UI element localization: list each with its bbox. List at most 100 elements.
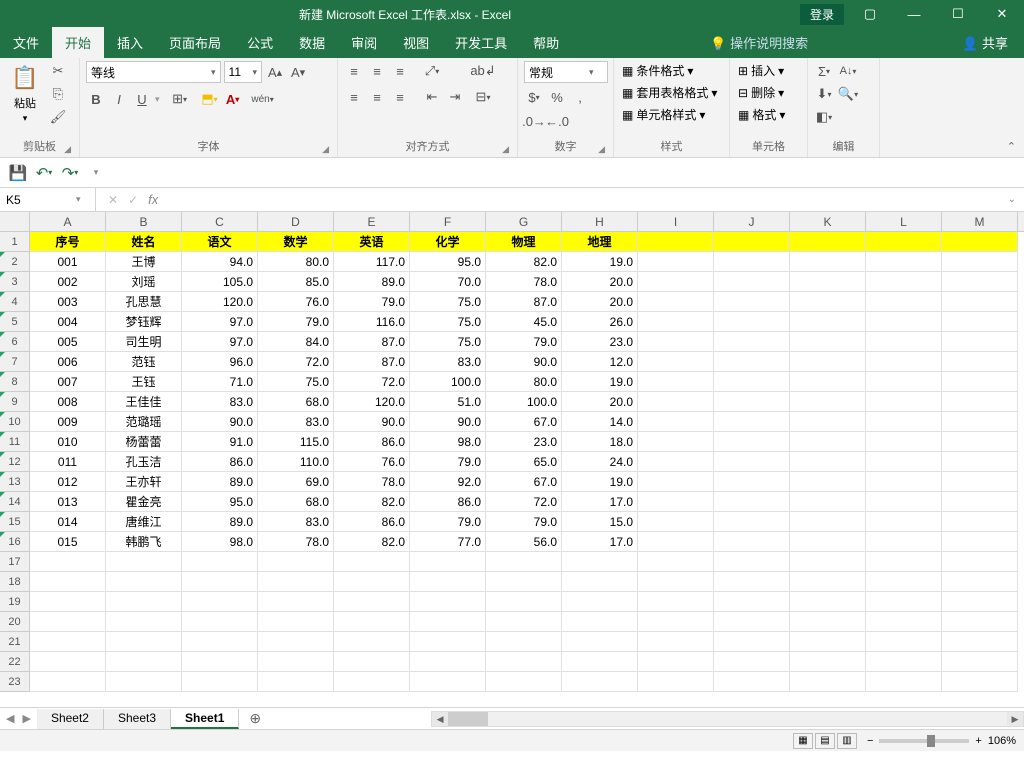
- phonetic-icon[interactable]: wén▾: [253, 89, 273, 109]
- column-header[interactable]: L: [866, 212, 942, 231]
- cell[interactable]: [334, 632, 410, 652]
- cell[interactable]: [714, 412, 790, 432]
- column-header[interactable]: I: [638, 212, 714, 231]
- cell[interactable]: 67.0: [486, 472, 562, 492]
- cell[interactable]: 梦钰辉: [106, 312, 182, 332]
- cell[interactable]: [790, 652, 866, 672]
- cell[interactable]: [714, 292, 790, 312]
- row-header[interactable]: 9: [0, 392, 29, 412]
- percent-icon[interactable]: %: [547, 87, 567, 107]
- zoom-slider[interactable]: [879, 739, 969, 743]
- row-header[interactable]: 22: [0, 652, 29, 672]
- cell[interactable]: [790, 272, 866, 292]
- row-header[interactable]: 12: [0, 452, 29, 472]
- cell[interactable]: [714, 232, 790, 252]
- format-painter-icon[interactable]: 🖌: [48, 107, 68, 127]
- cell[interactable]: 100.0: [486, 392, 562, 412]
- font-color-icon[interactable]: A▾: [223, 89, 243, 109]
- cell[interactable]: 100.0: [410, 372, 486, 392]
- cell[interactable]: [866, 472, 942, 492]
- cell[interactable]: [334, 552, 410, 572]
- minimize-icon[interactable]: —: [892, 7, 936, 22]
- cell[interactable]: 75.0: [410, 292, 486, 312]
- cell[interactable]: [106, 592, 182, 612]
- cell[interactable]: [486, 672, 562, 692]
- cell[interactable]: [486, 652, 562, 672]
- cell[interactable]: [638, 412, 714, 432]
- undo-icon[interactable]: ↶▾: [34, 163, 54, 183]
- row-header[interactable]: 13: [0, 472, 29, 492]
- row-header[interactable]: 3: [0, 272, 29, 292]
- row-header[interactable]: 10: [0, 412, 29, 432]
- cell[interactable]: 19.0: [562, 372, 638, 392]
- launcher-icon[interactable]: ◢: [598, 144, 605, 155]
- cell[interactable]: 45.0: [486, 312, 562, 332]
- cell[interactable]: [866, 512, 942, 532]
- add-sheet-button[interactable]: ⊕: [239, 710, 271, 727]
- cell[interactable]: 010: [30, 432, 106, 452]
- cell[interactable]: [30, 592, 106, 612]
- cell[interactable]: [790, 372, 866, 392]
- expand-formula-bar-icon[interactable]: ⌄: [1000, 194, 1024, 205]
- cell[interactable]: 72.0: [334, 372, 410, 392]
- scroll-left-icon[interactable]: ◀: [432, 712, 448, 726]
- cell[interactable]: [714, 252, 790, 272]
- cell[interactable]: [790, 612, 866, 632]
- cell[interactable]: 82.0: [334, 492, 410, 512]
- row-header[interactable]: 20: [0, 612, 29, 632]
- cell[interactable]: [714, 432, 790, 452]
- find-select-icon[interactable]: 🔍▾: [838, 84, 858, 104]
- cell[interactable]: [790, 412, 866, 432]
- fill-icon[interactable]: ⬇▾: [814, 84, 834, 104]
- sort-filter-icon[interactable]: A↓▾: [838, 61, 858, 81]
- cell[interactable]: [334, 592, 410, 612]
- cell[interactable]: 85.0: [258, 272, 334, 292]
- cell[interactable]: 79.0: [486, 512, 562, 532]
- border-icon[interactable]: ⊞▾: [170, 89, 190, 109]
- cell[interactable]: [714, 472, 790, 492]
- ribbon-display-icon[interactable]: ▢: [848, 6, 892, 22]
- cell[interactable]: 68.0: [258, 492, 334, 512]
- conditional-format-button[interactable]: ▦ 条件格式 ▾: [620, 61, 695, 80]
- cell[interactable]: [714, 352, 790, 372]
- cell[interactable]: 75.0: [258, 372, 334, 392]
- cell[interactable]: [638, 572, 714, 592]
- cell[interactable]: [182, 672, 258, 692]
- column-headers[interactable]: ABCDEFGHIJKLM: [30, 212, 1024, 232]
- cell[interactable]: [638, 672, 714, 692]
- cell[interactable]: [486, 552, 562, 572]
- row-header[interactable]: 19: [0, 592, 29, 612]
- cell[interactable]: 范璐瑶: [106, 412, 182, 432]
- cell[interactable]: [714, 612, 790, 632]
- cell[interactable]: [866, 432, 942, 452]
- cell[interactable]: [258, 612, 334, 632]
- column-header[interactable]: F: [410, 212, 486, 231]
- cell[interactable]: 97.0: [182, 332, 258, 352]
- cell[interactable]: [258, 632, 334, 652]
- cell[interactable]: 013: [30, 492, 106, 512]
- cell[interactable]: [638, 452, 714, 472]
- column-header[interactable]: A: [30, 212, 106, 231]
- close-icon[interactable]: ✕: [980, 6, 1024, 22]
- cell[interactable]: [562, 592, 638, 612]
- align-top-icon[interactable]: ≡: [344, 61, 364, 81]
- cell[interactable]: [30, 652, 106, 672]
- cell[interactable]: [638, 472, 714, 492]
- cell[interactable]: [638, 512, 714, 532]
- cell[interactable]: [714, 652, 790, 672]
- tab-帮助[interactable]: 帮助: [520, 27, 572, 58]
- cell[interactable]: 89.0: [182, 472, 258, 492]
- decrease-decimal-icon[interactable]: ←.0: [547, 111, 567, 131]
- row-header[interactable]: 17: [0, 552, 29, 572]
- cell[interactable]: [942, 312, 1018, 332]
- cell[interactable]: 23.0: [562, 332, 638, 352]
- clear-icon[interactable]: ◧▾: [814, 107, 834, 127]
- cell[interactable]: 76.0: [334, 452, 410, 472]
- cell[interactable]: [638, 272, 714, 292]
- cell[interactable]: [638, 372, 714, 392]
- cell[interactable]: 90.0: [486, 352, 562, 372]
- row-header[interactable]: 14: [0, 492, 29, 512]
- cell[interactable]: [30, 632, 106, 652]
- cell[interactable]: [866, 252, 942, 272]
- row-header[interactable]: 1: [0, 232, 29, 252]
